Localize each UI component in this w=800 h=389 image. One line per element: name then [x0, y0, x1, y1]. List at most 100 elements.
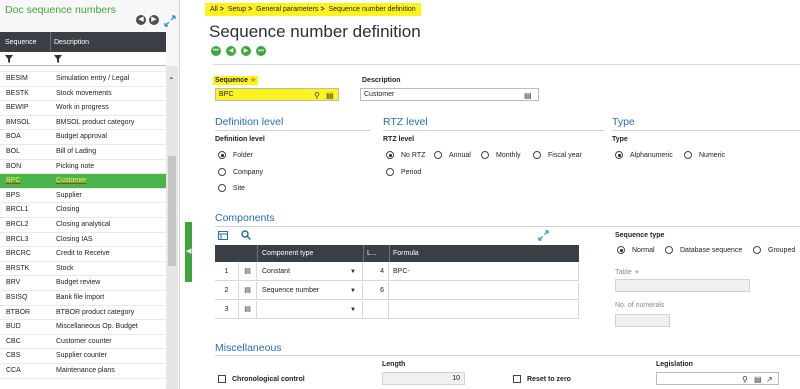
list-item[interactable]: BRSTK Stock [0, 262, 166, 277]
breadcrumb-item[interactable]: General parameters [256, 6, 318, 13]
column-formula[interactable]: Formula [393, 245, 419, 262]
length-field[interactable]: 10 [382, 372, 465, 385]
list-item[interactable]: BTBOR BTBOR product category [0, 306, 166, 321]
first-record-icon[interactable]: ⏮ [211, 46, 221, 56]
component-type-value: Constant [262, 268, 291, 275]
length-cell[interactable]: 6 [363, 282, 389, 300]
panel-toggle-button[interactable]: ◀ [185, 222, 192, 282]
radio-grouped[interactable] [753, 246, 761, 254]
radio-site[interactable] [218, 184, 226, 192]
component-type-cell[interactable]: ▼ [257, 301, 363, 319]
sequence-field[interactable]: BPC ⚲ ▤ [215, 88, 339, 101]
next-icon[interactable]: ▶ [149, 15, 159, 25]
numerals-field[interactable] [615, 314, 670, 327]
list-item[interactable]: CCA Maintenance plans [0, 364, 166, 379]
legislation-field[interactable]: ⚲ ▤ ↗ [656, 372, 779, 385]
chronological-control-checkbox[interactable] [218, 375, 226, 383]
list-item[interactable]: BON Picking note [0, 160, 166, 175]
list-item[interactable]: CBC Customer counter [0, 335, 166, 350]
previous-icon[interactable]: ◀ [136, 15, 146, 25]
row-edit-icon[interactable]: ▤ [239, 263, 257, 281]
list-item[interactable]: BRCL3 Closing IAS [0, 233, 166, 248]
dropdown-arrow-icon[interactable]: ▼ [350, 263, 356, 281]
list-item[interactable]: BESTK Stock movements [0, 87, 166, 102]
table-row[interactable]: 2 ▤ Sequence number ▼ 6 [215, 282, 579, 300]
formula-cell[interactable]: BPC- [389, 263, 579, 281]
list-item[interactable]: BOA Budget approval [0, 130, 166, 145]
radio-database-sequence[interactable] [665, 246, 673, 254]
list-item[interactable]: BESIM Simulation entry / Legal [0, 72, 166, 87]
list-item[interactable]: BRCL2 Closing analytical [0, 218, 166, 233]
section-divider [215, 226, 800, 227]
formula-cell[interactable] [389, 301, 579, 319]
row-edit-icon[interactable]: ▤ [239, 301, 257, 319]
radio-monthly[interactable] [481, 151, 489, 159]
list-item[interactable]: BUD Miscellaneous Op. Budget [0, 320, 166, 335]
last-record-icon[interactable]: ⏭ [256, 46, 266, 56]
filter-icon[interactable] [54, 55, 62, 63]
shortcut-icon[interactable]: ↗ [766, 374, 773, 385]
column-description[interactable]: Description [54, 39, 89, 46]
list-item[interactable]: BPS Supplier [0, 189, 166, 204]
component-type-cell[interactable]: Sequence number ▼ [257, 282, 363, 300]
breadcrumb-item[interactable]: Setup [228, 6, 246, 13]
list-icon[interactable]: ▤ [326, 90, 334, 101]
radio-fiscal-year-label: Fiscal year [548, 152, 582, 159]
scrollbar[interactable]: ⌃ [166, 66, 178, 389]
radio-no-rtz[interactable] [386, 151, 394, 159]
list-item[interactable]: BESIM [0, 66, 166, 72]
list-icon[interactable]: ▤ [754, 374, 762, 385]
radio-grouped-label: Grouped [768, 247, 796, 254]
list-item[interactable]: BRCL1 Closing [0, 203, 166, 218]
table-row[interactable]: 3 ▤ ▼ [215, 301, 579, 319]
component-type-cell[interactable]: Constant ▼ [257, 263, 363, 281]
radio-numeric[interactable] [684, 151, 692, 159]
radio-normal-label: Normal [632, 247, 655, 254]
filter-row [0, 52, 166, 66]
list-item-selected[interactable]: BPC Customer [0, 174, 166, 189]
filter-icon[interactable] [5, 55, 13, 63]
text-editor-icon[interactable]: ▤ [524, 90, 532, 101]
breadcrumb: All > Setup > General parameters > Sequence… [205, 3, 421, 16]
column-sequence[interactable]: Sequence [5, 39, 37, 46]
list-item[interactable]: BSISQ Bank file import [0, 291, 166, 306]
list-item[interactable]: BRV Budget review [0, 276, 166, 291]
list-item[interactable]: BRCRC Credit to Receive [0, 247, 166, 262]
expand-icon[interactable] [164, 15, 176, 27]
radio-alphanumeric[interactable] [615, 151, 623, 159]
next-record-icon[interactable]: ▶ [241, 46, 251, 56]
scrollbar-thumb[interactable] [168, 156, 176, 266]
table-field[interactable] [615, 279, 750, 292]
radio-folder[interactable] [218, 151, 226, 159]
dropdown-arrow-icon[interactable]: ▼ [350, 282, 356, 300]
radio-annual[interactable] [434, 151, 442, 159]
radio-period[interactable] [386, 168, 394, 176]
dropdown-arrow-icon[interactable]: ▼ [350, 301, 356, 319]
radio-normal[interactable] [617, 246, 625, 254]
row-edit-icon[interactable]: ▤ [239, 282, 257, 300]
scroll-up-icon[interactable]: ⌃ [168, 76, 175, 85]
search-icon[interactable]: ⚲ [742, 374, 748, 385]
grid-view-icon[interactable] [218, 231, 228, 240]
length-cell[interactable]: 4 [363, 263, 389, 281]
breadcrumb-item[interactable]: All [210, 6, 218, 13]
table-row[interactable]: 1 ▤ Constant ▼ 4 BPC- [215, 263, 579, 281]
previous-record-icon[interactable]: ◀ [226, 46, 236, 56]
search-icon[interactable]: ⚲ [314, 90, 320, 101]
list-item[interactable]: BEWIP Work in progress [0, 101, 166, 116]
list-item[interactable]: CBS Supplier counter [0, 349, 166, 364]
radio-alphanumeric-label: Alphanumeric [630, 152, 673, 159]
formula-cell[interactable] [389, 282, 579, 300]
radio-fiscal-year[interactable] [533, 151, 541, 159]
radio-company[interactable] [218, 168, 226, 176]
search-icon[interactable] [241, 230, 251, 240]
expand-icon[interactable] [538, 230, 549, 241]
column-length[interactable]: L... [367, 245, 377, 262]
reset-to-zero-checkbox[interactable] [513, 375, 521, 383]
column-component-type[interactable]: Component type [262, 245, 313, 262]
list-item[interactable]: BMSOL BMSOL product category [0, 116, 166, 131]
radio-no-rtz-label: No RTZ [401, 152, 426, 159]
description-field[interactable]: Customer ▤ [360, 88, 539, 101]
length-cell[interactable] [363, 301, 389, 319]
list-item[interactable]: BOL Bill of Lading [0, 145, 166, 160]
